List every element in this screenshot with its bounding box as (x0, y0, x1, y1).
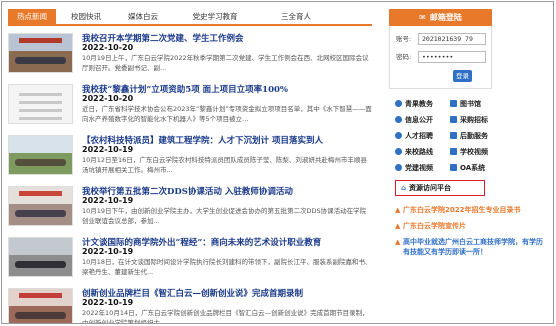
route-icon (395, 148, 402, 155)
home-icon: ⌂ (401, 184, 407, 192)
party-video-icon (395, 164, 402, 171)
news-item[interactable]: 创新创业品牌栏目《智汇白云—创新创业说》完成首期录制 2022-10-19 20… (8, 287, 376, 324)
link-info-disclosure[interactable]: 信息公开 (395, 115, 447, 126)
mail-icon: ✉ (419, 13, 426, 22)
news-date: 2022-10-19 (82, 196, 134, 205)
account-label: 账号: (396, 35, 412, 43)
book-icon (395, 100, 402, 107)
account-input[interactable]: 2021021639 79 (418, 33, 486, 45)
news-summary: 10月18日，在计文谈国际时间设计学院执行院长刘建科的带领下，副院长江平、服装系… (82, 258, 372, 276)
mail-login-header: ✉ 邮箱登陆 (389, 9, 492, 26)
link-recruitment[interactable]: 人才招聘 (395, 131, 447, 142)
mail-login-title: 邮箱登陆 (429, 13, 462, 22)
flame-icon: ▲ (395, 222, 401, 230)
news-item[interactable]: 我校召开本学期第二次党建、学生工作例会 2022-10-20 10月19日上午，… (8, 32, 376, 74)
info-icon (395, 116, 402, 123)
news-item[interactable]: 我校获“黎鑫计划”立项资助5项 面上项目立项率100% 2022-10-20 近… (8, 83, 376, 125)
library-icon (450, 100, 457, 107)
promo-admission-catalog[interactable]: ▲ 广东白云学院2022年招生专业目录书 (395, 205, 553, 215)
promo-technician-college[interactable]: ▲ 高中毕业就选广州白云工商技师学院，有学历 有技能又有学历即读一所！ (395, 237, 553, 257)
news-item[interactable]: 计文谈国际的商学院外出“程经”：商向未来的艺术设计职业教育 2022-10-19… (8, 236, 376, 278)
video-icon (450, 148, 457, 155)
news-thumbnail[interactable] (8, 33, 73, 73)
news-summary: 10月19日上午，广东白云学院2022年秋季学期第二次党建、学生工作例会在西、北… (82, 54, 369, 72)
link-oa-system[interactable]: OA系统 (450, 163, 502, 174)
news-item[interactable]: 【农村科技特派员】建筑工程学院：人才下沉划计 项目落实到人 2022-10-19… (8, 134, 376, 176)
tab-media-baiyun[interactable]: 媒体白云 (116, 9, 170, 24)
account-row: 账号: 2021021639 79 (396, 33, 487, 45)
password-label: 密码: (396, 53, 412, 61)
news-thumbnail[interactable] (8, 84, 73, 124)
tab-campus-news[interactable]: 校园快讯 (56, 9, 116, 24)
password-input[interactable]: •••••••• (418, 51, 486, 63)
news-date: 2022-10-19 (82, 247, 134, 256)
page-frame: 热点新闻 校园快讯 媒体白云 党史学习教育 三全育人 我校召开本学期第二次党建、… (1, 1, 554, 324)
link-party-video[interactable]: 党建视频 (395, 163, 447, 174)
link-library[interactable]: 图书馆 (450, 99, 502, 110)
resource-platform-link[interactable]: ⌂ 资源访问平台 (401, 184, 451, 193)
news-date: 2022-10-20 (82, 94, 134, 103)
news-summary: 2022年10月14日，广东白云学院创新创业品牌栏目《智汇白云—创新创业说》完成… (82, 309, 369, 324)
login-button[interactable]: 登录 (453, 70, 472, 82)
news-summary: 近日，广东省科学技术协会公布2023年“黎鑫计划”专项资金拟立项项目名单，其中《… (82, 105, 372, 123)
news-thumbnail[interactable] (8, 186, 73, 226)
bid-icon (450, 116, 457, 123)
service-icon (450, 132, 457, 139)
news-date: 2022-10-19 (82, 145, 134, 154)
news-summary: 10月12日至16日，广东白云学院农村科技特派员团队成员陈子莹、陈梨、刘淑妍共赴… (82, 156, 367, 174)
flame-icon: ▲ (395, 206, 401, 214)
link-campus-route[interactable]: 来校路线 (395, 147, 447, 158)
mail-login-box: 账号: 2021021639 79 密码: •••••••• 登录 (389, 26, 492, 89)
link-school-video[interactable]: 学校视频 (450, 147, 502, 158)
tab-party-history[interactable]: 党史学习教育 (170, 9, 260, 24)
news-thumbnail[interactable] (8, 135, 73, 175)
link-logistics[interactable]: 后勤服务 (450, 131, 502, 142)
tab-education[interactable]: 三全育人 (260, 9, 332, 24)
promo-school-video[interactable]: ▲ 广东白云学院宣传片 (395, 221, 553, 231)
news-summary: 10月19日下午，由创新创业学院主办，大学生创业促进会协办的第五批第二次DDS协… (82, 207, 367, 225)
news-date: 2022-10-20 (82, 43, 134, 52)
recruit-icon (395, 132, 402, 139)
news-thumbnail[interactable] (8, 237, 73, 277)
news-item[interactable]: 我校举行第五批第二次DDS协课活动 入驻教师协调活动 2022-10-19 10… (8, 185, 376, 227)
tab-hot-news[interactable]: 热点新闻 (8, 9, 56, 24)
link-qingguo-academic[interactable]: 青果教务 (395, 99, 447, 110)
link-procurement[interactable]: 采购招标 (450, 115, 502, 126)
oa-icon (450, 164, 457, 171)
flame-icon: ▲ (395, 238, 401, 246)
news-tabs: 热点新闻 校园快讯 媒体白云 党史学习教育 三全育人 (8, 9, 372, 26)
password-row: 密码: •••••••• (396, 51, 487, 63)
news-date: 2022-10-19 (82, 298, 134, 307)
news-thumbnail[interactable] (8, 288, 73, 323)
